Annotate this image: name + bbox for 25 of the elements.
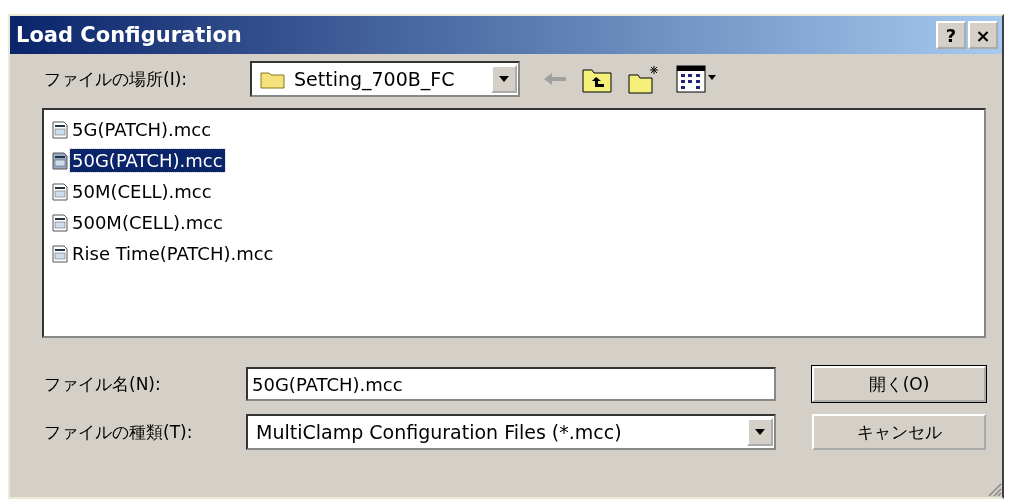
file-item[interactable]: 50M(CELL).mcc [70, 180, 214, 203]
view-menu-icon[interactable] [676, 65, 718, 93]
file-icon [52, 244, 68, 263]
filetype-dropdown[interactable]: MultiClamp Configuration Files (*.mcc) [246, 414, 776, 450]
location-dropdown[interactable]: Setting_700B_FC [250, 61, 520, 97]
open-button[interactable]: 開く(O) [812, 366, 986, 402]
file-item[interactable]: Rise Time(PATCH).mcc [70, 242, 276, 265]
close-button[interactable]: × [968, 21, 998, 49]
resize-grip-icon[interactable] [986, 481, 1002, 497]
file-icon [52, 120, 68, 139]
folder-icon [260, 69, 286, 89]
file-item[interactable]: 5G(PATCH).mcc [70, 118, 214, 141]
location-label: ファイルの場所(I): [44, 67, 188, 91]
file-icon [52, 151, 68, 170]
file-item[interactable]: 500M(CELL).mcc [70, 211, 225, 234]
cancel-button[interactable]: キャンセル [812, 414, 986, 450]
new-folder-icon[interactable] [628, 64, 660, 94]
filetype-label: ファイルの種類(T): [44, 420, 194, 444]
file-icon [52, 182, 68, 201]
filename-label: ファイル名(N): [44, 372, 162, 396]
file-icon [52, 213, 68, 232]
window-title: Load Configuration [16, 23, 242, 47]
file-item[interactable]: 50G(PATCH).mcc [70, 149, 225, 172]
filename-field[interactable]: 50G(PATCH).mcc [246, 367, 776, 401]
help-button[interactable]: ? [936, 21, 966, 49]
